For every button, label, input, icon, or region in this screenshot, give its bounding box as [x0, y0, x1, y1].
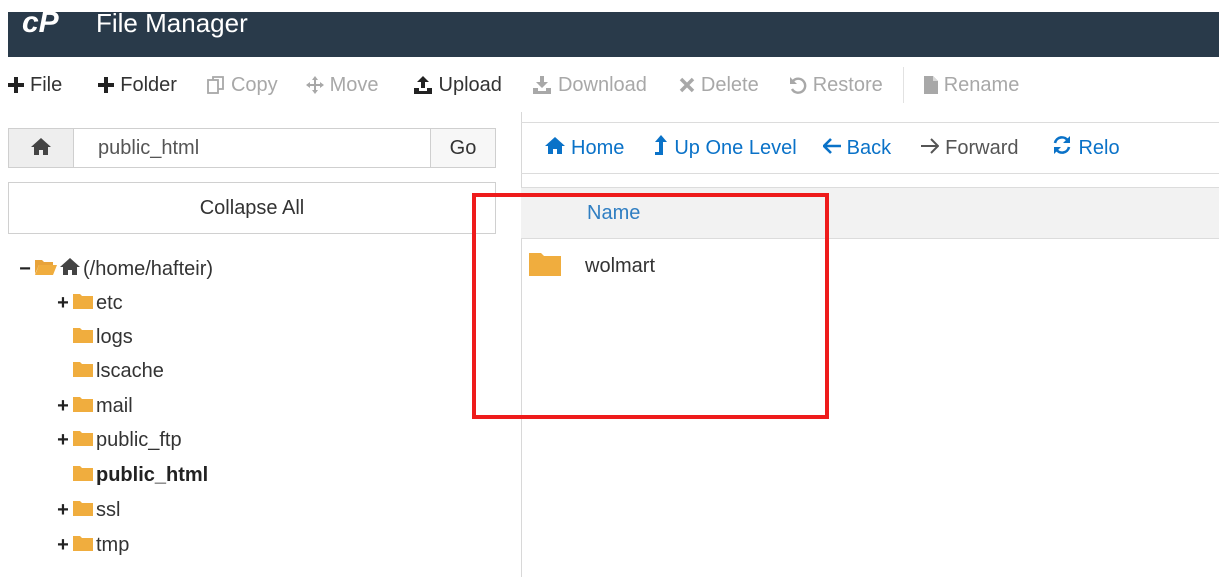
folder-icon: [73, 326, 93, 349]
home-icon: [31, 137, 51, 160]
move-label: Move: [329, 73, 379, 96]
tree-item-label: etc: [96, 291, 123, 314]
expand-toggle-icon[interactable]: +: [56, 534, 70, 557]
tree-item-ssl[interactable]: + ssl: [56, 493, 120, 527]
home-icon: [60, 257, 80, 281]
arrow-right-icon: [921, 137, 940, 160]
tree-item-etc[interactable]: + etc: [56, 286, 123, 320]
highlight-box: [472, 193, 829, 419]
title-bar: cP File Manager: [8, 8, 1219, 57]
expand-toggle-icon[interactable]: +: [56, 499, 70, 522]
cpanel-logo: cP: [22, 12, 60, 34]
folder-icon: [73, 395, 93, 418]
tree-item-lscache[interactable]: lscache: [73, 354, 164, 388]
upload-icon: [413, 75, 433, 95]
home-label: Home: [571, 136, 625, 159]
tree-item-logs[interactable]: logs: [73, 320, 133, 354]
copy-button[interactable]: Copy: [207, 74, 278, 97]
toolbar: File Folder Copy Move Upload Download De…: [0, 62, 1219, 108]
path-bar: Go: [8, 128, 496, 168]
expand-toggle-icon[interactable]: +: [56, 429, 70, 452]
folder-icon: [73, 499, 93, 522]
svg-text:cP: cP: [22, 12, 60, 34]
navigation-bar: Home Up One Level Back Forward Relo: [521, 122, 1219, 174]
app-title: File Manager: [96, 8, 248, 38]
folder-icon: [73, 292, 93, 315]
copy-label: Copy: [230, 73, 278, 96]
back-label: Back: [846, 136, 892, 159]
tree-item-public-html[interactable]: public_html: [73, 458, 208, 492]
rename-button[interactable]: Rename: [923, 73, 1020, 97]
reload-button[interactable]: Relo: [1052, 135, 1120, 161]
upload-label: Upload: [438, 73, 502, 96]
forward-label: Forward: [945, 136, 1019, 159]
plus-icon: [98, 77, 115, 93]
rename-label: Rename: [943, 73, 1020, 96]
upload-button[interactable]: Upload: [413, 74, 502, 97]
copy-icon: [207, 76, 225, 94]
restore-label: Restore: [812, 73, 883, 96]
tree-item-label: public_html: [96, 463, 209, 486]
file-manager-app: cP File Manager File Folder Copy Move Up…: [0, 0, 1219, 577]
up-one-level-button[interactable]: Up One Level: [654, 135, 797, 161]
tree-root[interactable]: − (/home/hafteir): [18, 252, 213, 286]
folder-icon: [73, 464, 93, 487]
tree-item-label: lscache: [96, 359, 164, 382]
refresh-icon: [1052, 135, 1072, 161]
home-icon: [545, 136, 565, 160]
tree-item-label: (/home/hafteir): [83, 257, 214, 280]
tree-item-public-ftp[interactable]: + public_ftp: [56, 423, 182, 457]
close-icon: [679, 77, 695, 93]
new-folder-button[interactable]: Folder: [98, 74, 177, 97]
tree-item-label: logs: [96, 325, 133, 348]
folder-icon: [73, 429, 93, 452]
home-path-button[interactable]: [9, 129, 74, 167]
expand-toggle-icon[interactable]: +: [56, 292, 70, 315]
collapse-toggle-icon[interactable]: −: [18, 258, 32, 281]
toolbar-divider: [902, 67, 904, 103]
download-label: Download: [557, 73, 647, 96]
forward-button[interactable]: Forward: [921, 137, 1018, 160]
tree-item-label: mail: [96, 394, 133, 417]
move-icon: [305, 76, 324, 94]
folder-icon: [73, 360, 93, 383]
undo-icon: [789, 76, 807, 94]
collapse-all-button[interactable]: Collapse All: [8, 182, 496, 234]
delete-button[interactable]: Delete: [679, 74, 759, 97]
arrow-left-icon: [821, 137, 841, 160]
reload-label: Relo: [1078, 136, 1120, 159]
new-file-button[interactable]: File: [8, 74, 62, 97]
plus-icon: [8, 77, 24, 93]
file-icon: [923, 76, 938, 94]
up-one-level-label: Up One Level: [674, 136, 797, 159]
new-file-label: File: [30, 73, 63, 96]
folder-open-icon: [35, 258, 57, 281]
move-button[interactable]: Move: [305, 73, 379, 97]
tree-item-tmp[interactable]: + tmp: [56, 528, 129, 562]
home-button[interactable]: Home: [545, 136, 624, 160]
back-button[interactable]: Back: [821, 136, 892, 160]
tree-item-label: ssl: [96, 498, 121, 521]
tree-item-label: public_ftp: [96, 428, 182, 451]
level-up-icon: [654, 135, 668, 161]
delete-label: Delete: [700, 73, 759, 96]
tree-item-mail[interactable]: + mail: [56, 389, 133, 423]
expand-toggle-icon[interactable]: +: [56, 395, 70, 418]
restore-button[interactable]: Restore: [789, 74, 883, 97]
folder-icon: [73, 534, 93, 557]
download-button[interactable]: Download: [532, 74, 647, 97]
tree-item-label: tmp: [96, 533, 130, 556]
go-button[interactable]: Go: [430, 129, 495, 167]
download-icon: [532, 75, 552, 95]
path-input[interactable]: [74, 129, 430, 167]
new-folder-label: Folder: [120, 73, 177, 96]
